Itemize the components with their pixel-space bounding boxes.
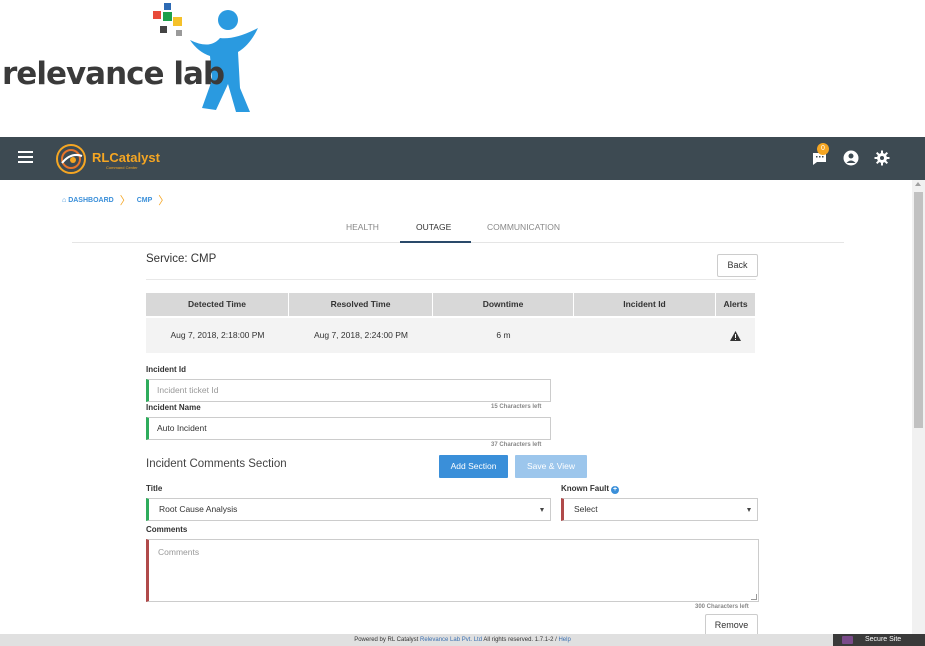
- company-logo-area: relevance lab: [0, 0, 925, 137]
- brand-subtitle: Command Center: [106, 165, 138, 170]
- column-header: Detected Time: [146, 293, 289, 316]
- column-header: Alerts: [723, 299, 748, 309]
- title-select[interactable]: Root Cause Analysis: [146, 498, 551, 521]
- column-header: Downtime: [433, 293, 574, 316]
- active-tab-indicator: [400, 241, 471, 243]
- breadcrumb-cmp[interactable]: CMP: [137, 197, 153, 204]
- column-header: Resolved Time: [289, 293, 433, 316]
- incident-name-char-count: 37 Characters left: [491, 442, 542, 448]
- comments-section-title: Incident Comments Section: [146, 458, 287, 470]
- add-known-fault-icon[interactable]: +: [611, 486, 619, 494]
- table-row[interactable]: Aug 7, 2018, 2:18:00 PM Aug 7, 2018, 2:2…: [146, 318, 755, 353]
- breadcrumb-chevron-icon: 〉: [119, 195, 131, 207]
- vertical-scrollbar[interactable]: [912, 180, 925, 634]
- logo-wordmark: relevance lab: [2, 56, 225, 92]
- column-header: Incident Id: [574, 293, 716, 316]
- alerts-cell: [716, 318, 755, 353]
- notifications-icon[interactable]: 0: [811, 143, 829, 167]
- secure-lock-icon: [842, 636, 853, 644]
- remove-button[interactable]: Remove: [705, 614, 758, 634]
- rlcatalyst-brand[interactable]: RLCatalyst Command Center: [54, 142, 160, 176]
- incident-id-cell: [574, 318, 716, 353]
- resolved-time-cell: Aug 7, 2018, 2:24:00 PM: [313, 330, 409, 340]
- warning-icon[interactable]: [730, 330, 741, 341]
- user-account-icon[interactable]: [842, 149, 860, 167]
- resize-handle-icon[interactable]: [751, 594, 757, 600]
- known-fault-label: Known Fault +: [561, 484, 619, 494]
- known-fault-select[interactable]: Select: [561, 498, 758, 521]
- footer-powered-by: Powered by RL Catalyst: [354, 637, 419, 643]
- footer-copyright: All rights reserved. 1.7.1-2 /: [483, 637, 557, 643]
- tab-health[interactable]: HEALTH: [346, 222, 379, 232]
- incident-name-input[interactable]: Auto Incident: [146, 417, 551, 440]
- brand-name: RLCatalyst: [92, 150, 160, 165]
- notification-badge: 0: [817, 143, 829, 155]
- secure-site-badge: Secure Site: [833, 634, 925, 646]
- save-and-view-button[interactable]: Save & View: [515, 455, 587, 478]
- title-select-value: Root Cause Analysis: [159, 504, 238, 514]
- add-section-button[interactable]: Add Section: [439, 455, 508, 478]
- table-header: Detected Time Resolved Time Downtime Inc…: [146, 293, 755, 316]
- tab-bar: HEALTH OUTAGE COMMUNICATION: [72, 218, 844, 243]
- footer: Powered by RL Catalyst Relevance Lab Pvt…: [0, 634, 925, 646]
- hamburger-menu-icon[interactable]: [18, 151, 33, 163]
- rlcatalyst-logo-icon: [56, 144, 86, 174]
- breadcrumb-dashboard[interactable]: ⌂ DASHBOARD: [62, 197, 114, 204]
- tab-communication[interactable]: COMMUNICATION: [487, 222, 560, 232]
- back-button[interactable]: Back: [717, 254, 758, 277]
- detected-time-cell: Aug 7, 2018, 2:18:00 PM: [170, 330, 265, 340]
- incident-id-char-count: 15 Characters left: [491, 404, 542, 410]
- main-content: ⌂ DASHBOARD 〉 CMP 〉 HEALTH OUTAGE COMMUN…: [0, 180, 912, 634]
- divider: [146, 279, 756, 280]
- scroll-up-arrow-icon[interactable]: [915, 182, 921, 186]
- incident-id-input[interactable]: Incident ticket Id: [146, 379, 551, 402]
- settings-gear-icon[interactable]: [873, 149, 891, 167]
- incident-name-label: Incident Name: [146, 403, 201, 412]
- title-label: Title: [146, 484, 163, 493]
- scrollbar-thumb[interactable]: [914, 192, 923, 428]
- comments-textarea[interactable]: Comments: [146, 539, 759, 602]
- comments-label: Comments: [146, 525, 188, 534]
- footer-help-link[interactable]: Help: [558, 637, 570, 643]
- breadcrumb-chevron-icon: 〉: [158, 195, 170, 207]
- top-navigation-bar: RLCatalyst Command Center 0: [0, 137, 925, 180]
- tab-outage[interactable]: OUTAGE: [416, 222, 451, 232]
- chevron-down-icon: [747, 508, 751, 512]
- downtime-cell: 6 m: [496, 330, 511, 340]
- outage-table: Detected Time Resolved Time Downtime Inc…: [146, 293, 755, 353]
- known-fault-select-value: Select: [574, 504, 598, 514]
- incident-id-label: Incident Id: [146, 365, 186, 374]
- footer-company-link[interactable]: Relevance Lab Pvt. Ltd: [420, 637, 482, 643]
- chevron-down-icon: [540, 508, 544, 512]
- page-title: Service: CMP: [146, 253, 217, 265]
- comments-char-count: 300 Characters left: [695, 604, 749, 610]
- breadcrumb: ⌂ DASHBOARD 〉 CMP 〉: [62, 192, 169, 208]
